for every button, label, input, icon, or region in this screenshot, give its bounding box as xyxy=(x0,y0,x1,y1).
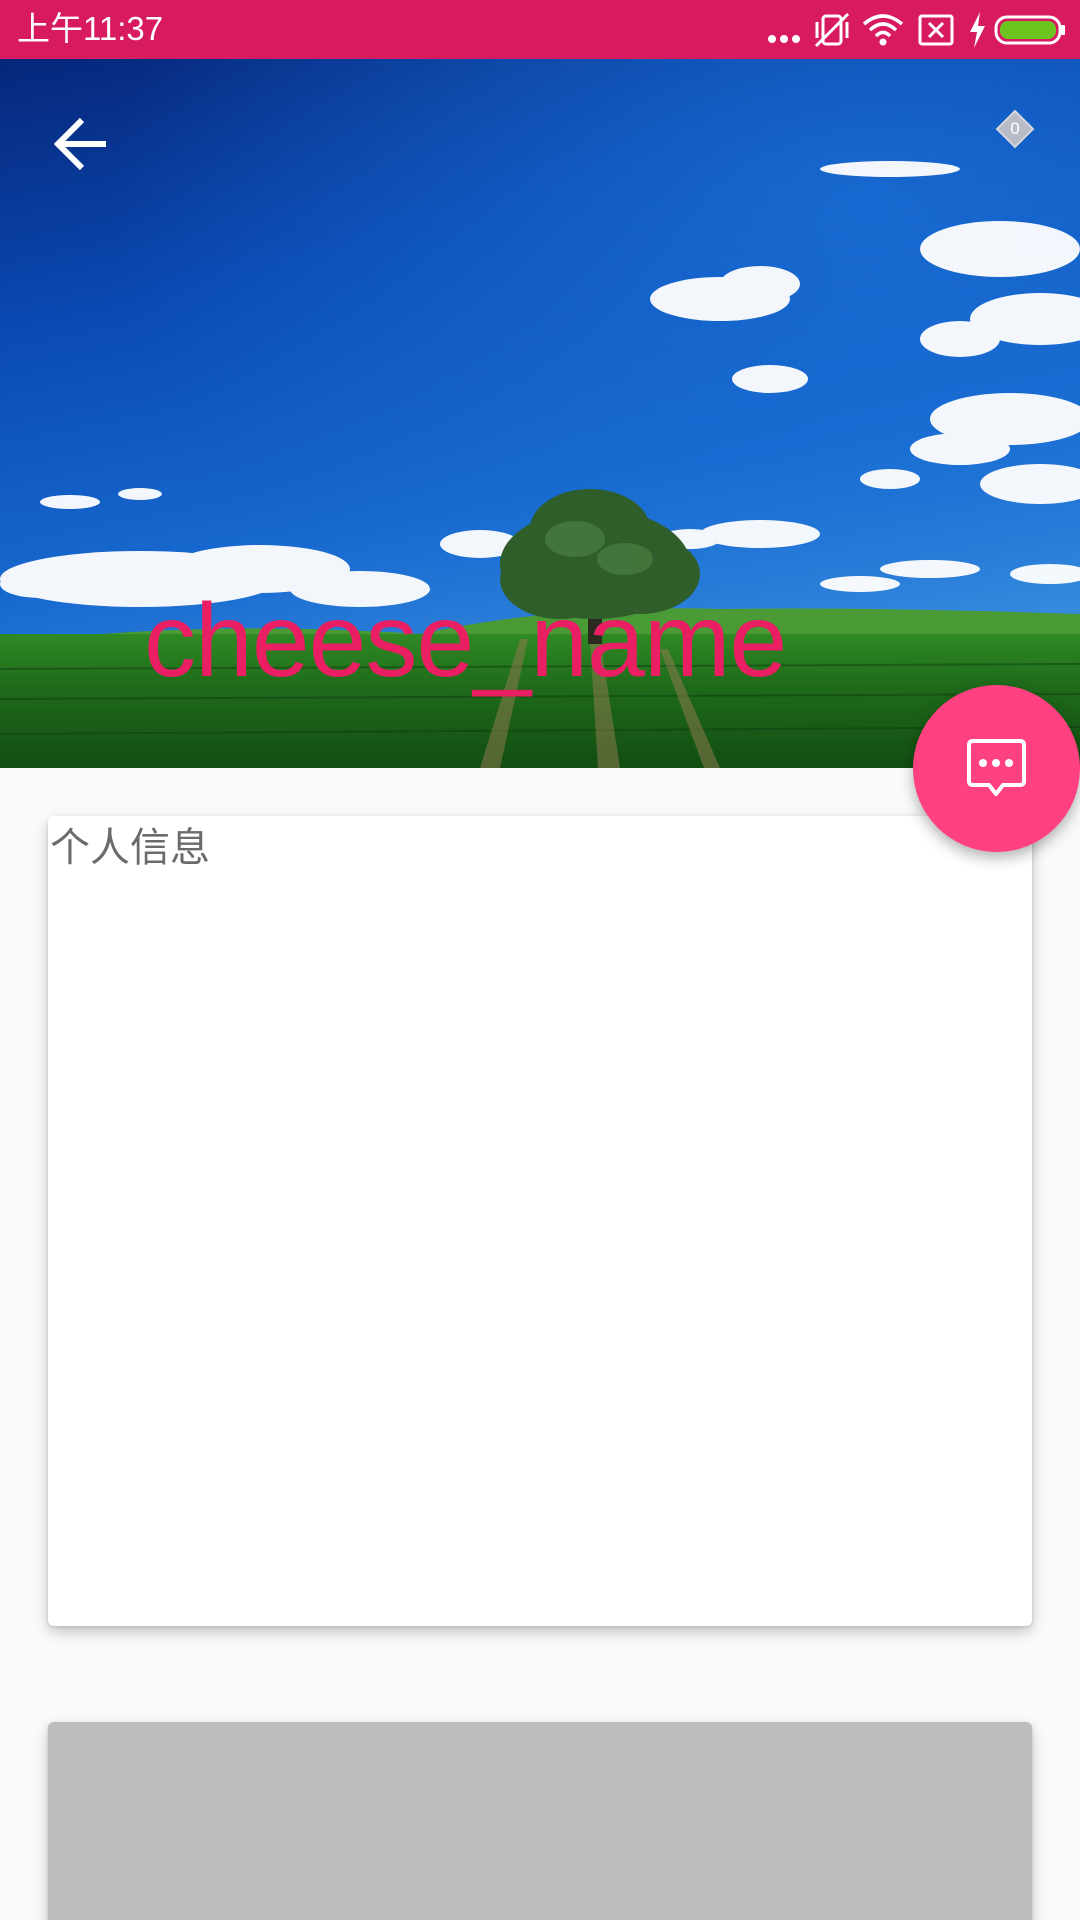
status-bar: 上午11:37 xyxy=(0,0,1080,59)
personal-info-title: 个人信息 xyxy=(50,825,210,871)
battery-icon xyxy=(994,15,1065,45)
header-image: 0 cheese_name xyxy=(0,59,1080,768)
status-icons xyxy=(766,10,1066,50)
placeholder-card xyxy=(48,1722,1032,1920)
cheese-name-title: cheese_name xyxy=(144,583,787,699)
sim-off-icon xyxy=(918,14,954,46)
more-dots-icon xyxy=(768,35,800,43)
personal-info-card: 个人信息 xyxy=(48,816,1032,1626)
badge-count: 0 xyxy=(1010,119,1020,138)
chat-bubble-icon xyxy=(967,739,1026,796)
wifi-icon xyxy=(862,14,904,46)
screen: 上午11:37 0 cheese_name 个人信息 xyxy=(0,0,1080,1920)
charging-icon xyxy=(970,12,985,48)
vibrate-off-icon xyxy=(814,12,850,48)
arrow-back-icon[interactable] xyxy=(40,100,128,188)
status-time: 上午11:37 xyxy=(17,10,164,47)
chat-fab-button[interactable] xyxy=(913,685,1080,852)
